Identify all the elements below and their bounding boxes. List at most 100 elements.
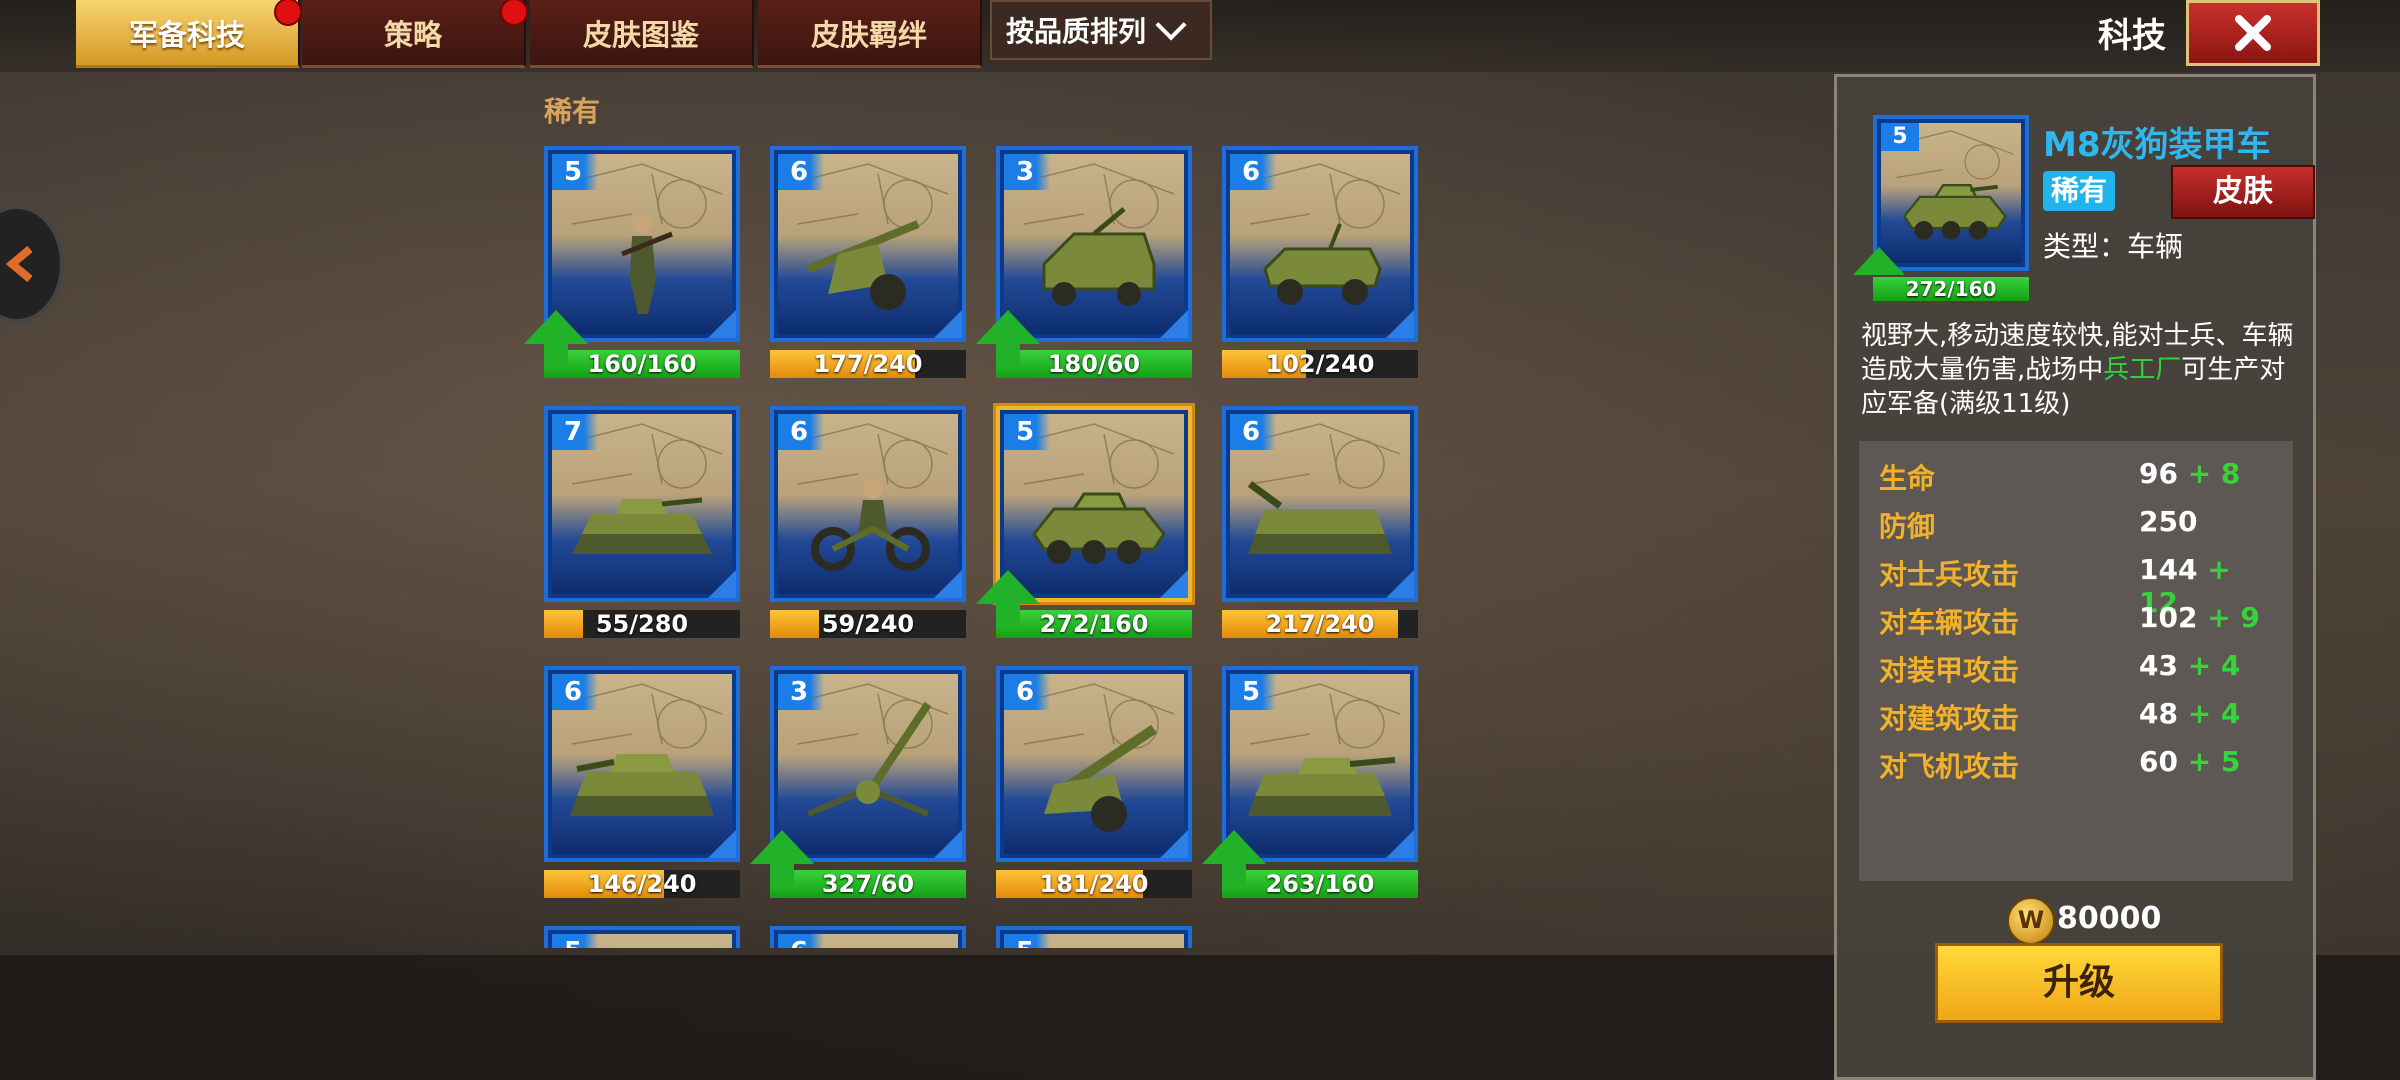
stat-name: 生命: [1879, 462, 1936, 495]
progress-text: 177/240: [813, 350, 923, 378]
upgrade-available-arrow-icon: [1202, 830, 1266, 886]
top-tab-bar: 军备科技 策略 皮肤图鉴 皮肤羁绊 按品质排列 科技: [0, 0, 2400, 72]
unit-card-frame: 6: [544, 666, 740, 862]
side-menu-toggle[interactable]: [0, 205, 64, 323]
unit-progress-bar: 146/240: [544, 870, 740, 898]
sort-label: 按品质排列: [1006, 15, 1147, 48]
card-corner: [934, 570, 962, 598]
unit-card-frame: 6: [770, 146, 966, 342]
unit-level-badge: 5: [1004, 934, 1050, 948]
unit-card[interactable]: 6: [770, 926, 966, 948]
unit-progress-bar: 263/160: [1222, 870, 1418, 898]
stat-value: 43 + 4: [2139, 649, 2241, 682]
tab-label: 策略: [383, 17, 442, 52]
stat-value: 102 + 9: [2139, 601, 2260, 634]
stat-name: 防御: [1879, 510, 1936, 543]
stat-bonus: + 5: [2187, 745, 2241, 778]
progress-text: 59/240: [821, 610, 915, 638]
unit-level-badge: 5: [552, 154, 598, 190]
tab-label: 皮肤羁绊: [810, 17, 927, 52]
stat-row: 对士兵攻击 144 + 12: [1879, 553, 2279, 619]
upgrade-cost: 80000: [2057, 901, 2162, 936]
unit-card[interactable]: 6 177/240: [770, 146, 966, 382]
unit-level-badge: 5: [1881, 123, 1919, 151]
stat-name: 对士兵攻击: [1879, 558, 2020, 591]
stat-name: 对飞机攻击: [1879, 750, 2020, 783]
notification-dot: [500, 0, 528, 26]
tab-skin-bond[interactable]: 皮肤羁绊: [758, 0, 982, 68]
unit-card[interactable]: 5 160/160: [524, 146, 740, 382]
unit-progress-bar: 327/60: [770, 870, 966, 898]
stat-value: 96 + 8: [2139, 457, 2241, 490]
unit-description: 视野大,移动速度较快,能对士兵、车辆造成大量伤害,战场中兵工厂可生产对应军备(满…: [1861, 319, 2301, 421]
unit-card[interactable]: 6 217/240: [1222, 406, 1418, 642]
card-corner: [708, 310, 736, 338]
upgrade-available-arrow-icon: [750, 830, 814, 886]
unit-level-badge: 6: [1230, 154, 1276, 190]
progress-text: 272/160: [1039, 610, 1149, 638]
upgrade-available-arrow-icon: [976, 310, 1040, 366]
unit-level-badge: 6: [1230, 414, 1276, 450]
unit-card-frame: 7: [544, 406, 740, 602]
unit-level-badge: 6: [552, 674, 598, 710]
tab-strategy[interactable]: 策略: [302, 0, 528, 68]
unit-type: 类型：车辆: [2043, 230, 2184, 263]
upgrade-available-arrow-icon: [524, 310, 588, 366]
unit-progress-bar: 180/60: [996, 350, 1192, 378]
stat-row: 防御 250: [1879, 505, 2279, 545]
progress-text: 180/60: [1047, 350, 1141, 378]
stat-row: 生命 96 + 8: [1879, 457, 2279, 497]
progress-text: 55/280: [595, 610, 689, 638]
card-corner: [708, 570, 736, 598]
unit-card[interactable]: 6 102/240: [1222, 146, 1418, 382]
unit-card[interactable]: 5: [544, 926, 740, 948]
tab-military-tech[interactable]: 军备科技: [76, 0, 302, 68]
unit-card[interactable]: 7 55/280: [544, 406, 740, 642]
arsenal-link[interactable]: 兵工厂: [2103, 355, 2181, 385]
unit-card-frame: 5: [544, 926, 740, 948]
upgrade-button[interactable]: 升级: [1935, 943, 2223, 1023]
stat-bonus: + 4: [2187, 649, 2241, 682]
tab-label: 皮肤图鉴: [582, 17, 699, 52]
unit-card[interactable]: 6 59/240: [770, 406, 966, 642]
unit-card-frame: 6: [1222, 146, 1418, 342]
tab-label: 军备科技: [128, 17, 245, 52]
chevron-left-icon: [5, 245, 33, 283]
card-corner: [1160, 830, 1188, 858]
unit-progress-bar: 177/240: [770, 350, 966, 378]
unit-card[interactable]: 5: [996, 926, 1192, 948]
rarity-section-label: 稀有: [544, 95, 601, 128]
notification-dot: [274, 0, 302, 26]
skin-button[interactable]: 皮肤: [2171, 165, 2315, 219]
stat-row: 对建筑攻击 48 + 4: [1879, 697, 2279, 737]
unit-progress-bar: 55/280: [544, 610, 740, 638]
unit-progress-bar: 272/160: [1873, 277, 2029, 301]
chevron-down-icon: [1155, 9, 1187, 41]
rarity-badge: 稀有: [2043, 171, 2116, 211]
upgrade-available-arrow-icon: [1853, 247, 1905, 275]
unit-card[interactable]: 3 180/60: [976, 146, 1192, 382]
unit-level-badge: 5: [1004, 414, 1050, 450]
card-corner: [1386, 570, 1414, 598]
unit-level-badge: 3: [1004, 154, 1050, 190]
progress-text: 160/160: [587, 350, 697, 378]
tab-skin-gallery[interactable]: 皮肤图鉴: [530, 0, 754, 68]
stat-name: 对建筑攻击: [1879, 702, 2020, 735]
unit-card[interactable]: 6 146/240: [544, 666, 740, 902]
unit-card-frame: 6: [770, 406, 966, 602]
unit-detail-panel: 5 272/160 M8灰狗装甲车 稀有 皮肤 类型：车辆 视野大,移动速度较快…: [1834, 74, 2316, 1080]
unit-level-badge: 6: [778, 414, 824, 450]
unit-card[interactable]: 3 327/60: [750, 666, 966, 902]
unit-card[interactable]: 6 181/240: [996, 666, 1192, 902]
unit-card[interactable]: 5 272/160: [976, 406, 1192, 642]
sort-dropdown[interactable]: 按品质排列: [990, 0, 1212, 60]
unit-level-badge: 6: [1004, 674, 1050, 710]
unit-progress-bar: 181/240: [996, 870, 1192, 898]
unit-card[interactable]: 5 263/160: [1202, 666, 1418, 902]
card-corner: [934, 310, 962, 338]
close-button[interactable]: [2186, 0, 2320, 66]
unit-progress-bar: 160/160: [544, 350, 740, 378]
unit-progress-bar: 59/240: [770, 610, 966, 638]
card-corner: [1160, 570, 1188, 598]
unit-level-badge: 6: [778, 934, 824, 948]
